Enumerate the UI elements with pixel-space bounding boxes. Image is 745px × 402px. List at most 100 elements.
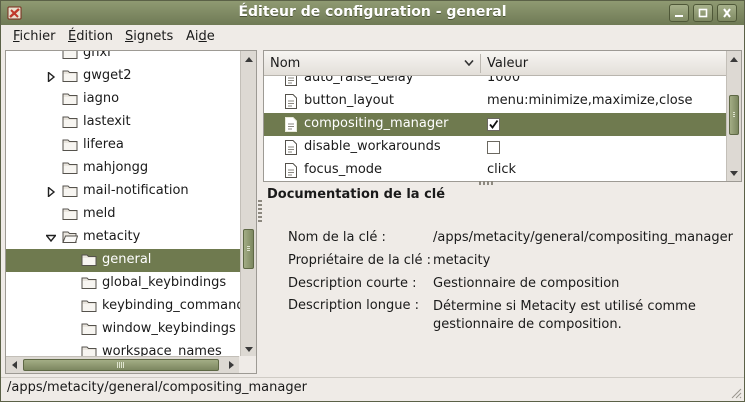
- folder-icon: [81, 299, 97, 313]
- folder-icon: [62, 161, 78, 175]
- tree-item-label: window_keybindings: [102, 321, 236, 336]
- key-value[interactable]: menu:minimize,maximize,close: [487, 93, 693, 108]
- key-value[interactable]: click: [487, 162, 516, 177]
- list-row[interactable]: button_layout menu:minimize,maximize,clos…: [264, 90, 726, 113]
- tree-item[interactable]: liferea: [6, 134, 240, 157]
- folder-icon: [62, 92, 78, 106]
- tree-item-label: global_keybindings: [102, 275, 227, 290]
- key-owner-label: Propriétaire de la clé :: [288, 253, 432, 268]
- close-button[interactable]: [717, 4, 737, 22]
- key-document-icon: [284, 117, 298, 132]
- key-list-panel: Nom Valeur auto_raise_delay 1000 button_la…: [263, 50, 742, 182]
- tree-item-label: iagno: [83, 91, 120, 106]
- column-header-name[interactable]: Nom: [270, 56, 300, 71]
- list-row[interactable]: focus_mode click: [264, 159, 726, 181]
- scroll-up-icon[interactable]: [241, 52, 256, 66]
- folder-icon: [62, 115, 78, 129]
- tree-item[interactable]: keybinding_commands: [6, 295, 240, 318]
- tree-item[interactable]: gnxl: [6, 51, 240, 65]
- list-row[interactable]: auto_raise_delay 1000: [264, 76, 726, 90]
- column-header-value[interactable]: Valeur: [487, 56, 528, 71]
- key-document-icon: [284, 76, 298, 86]
- long-description-label: Description longue :: [288, 298, 419, 313]
- tree-vertical-scrollbar[interactable]: [240, 51, 256, 357]
- tree-item[interactable]: global_keybindings: [6, 272, 240, 295]
- checkbox-checked[interactable]: [487, 118, 500, 131]
- folder-icon: [81, 253, 97, 267]
- checkmark-icon: [489, 119, 499, 129]
- scroll-down-icon[interactable]: [727, 166, 741, 180]
- list-row[interactable]: disable_workarounds: [264, 136, 726, 159]
- tree-item[interactable]: window_keybindings: [6, 318, 240, 341]
- key-value[interactable]: 1000: [487, 76, 520, 85]
- tree-item[interactable]: workspace_names: [6, 341, 240, 357]
- tree-item-label: meld: [83, 206, 116, 221]
- checkbox-unchecked[interactable]: [487, 141, 500, 154]
- menu-signets[interactable]: Signets: [125, 29, 173, 44]
- key-name: button_layout: [304, 93, 394, 108]
- tree-item[interactable]: lastexit: [6, 111, 240, 134]
- key-tree: gnxl gwget2 iagno lastexit liferea mahjongg ma…: [6, 51, 240, 357]
- short-description-value: Gestionnaire de composition: [433, 276, 620, 291]
- scroll-up-icon[interactable]: [727, 52, 741, 66]
- sort-descending-icon[interactable]: [464, 60, 474, 66]
- key-name-label: Nom de la clé :: [288, 230, 386, 245]
- tree-item[interactable]: meld: [6, 203, 240, 226]
- key-list: auto_raise_delay 1000 button_layout menu:mi…: [264, 76, 726, 181]
- title-bar[interactable]: Éditeur de configuration - general: [1, 1, 744, 25]
- folder-icon: [62, 138, 78, 152]
- key-name: focus_mode: [304, 162, 383, 177]
- expander-expanded-icon[interactable]: [45, 232, 57, 243]
- expander-collapsed-icon[interactable]: [46, 186, 56, 198]
- tree-horizontal-scroll-thumb[interactable]: [23, 359, 219, 371]
- key-name-value: /apps/metacity/general/compositing_manag…: [433, 230, 733, 245]
- maximize-button[interactable]: [693, 4, 713, 22]
- key-name: compositing_manager: [304, 116, 449, 131]
- minimize-icon: [675, 15, 683, 17]
- tree-item-label: liferea: [83, 137, 124, 152]
- tree-item[interactable]: iagno: [6, 88, 240, 111]
- tree-item-label: mail-notification: [83, 183, 189, 198]
- window-title: Éditeur de configuration - general: [238, 4, 507, 20]
- list-vertical-scroll-thumb[interactable]: [729, 95, 739, 135]
- key-owner-value: metacity: [433, 253, 491, 268]
- list-resize-handle[interactable]: [479, 181, 495, 185]
- scroll-down-icon[interactable]: [241, 342, 256, 356]
- close-icon: [723, 8, 731, 18]
- expander-collapsed-icon[interactable]: [46, 71, 56, 83]
- tree-item-label: general: [102, 252, 152, 267]
- tree-vertical-scroll-thumb[interactable]: [243, 229, 254, 269]
- tree-item-label: lastexit: [83, 114, 131, 129]
- tree-item[interactable]: metacity: [6, 226, 240, 249]
- key-tree-panel: gnxl gwget2 iagno lastexit liferea mahjongg ma…: [5, 50, 257, 374]
- menu-fichier[interactable]: Fichier: [13, 29, 56, 44]
- list-vertical-scrollbar[interactable]: [726, 51, 741, 181]
- key-name: disable_workarounds: [304, 139, 441, 154]
- tree-item-label: mahjongg: [83, 160, 149, 175]
- tree-item[interactable]: mail-notification: [6, 180, 240, 203]
- tree-horizontal-scrollbar[interactable]: [6, 356, 240, 373]
- list-header: Nom Valeur: [264, 51, 726, 76]
- menu-edition[interactable]: Édition: [68, 29, 113, 44]
- scroll-right-icon[interactable]: [224, 358, 238, 372]
- tree-item[interactable]: mahjongg: [6, 157, 240, 180]
- pane-separator[interactable]: [258, 50, 262, 374]
- menu-aide[interactable]: Aide: [186, 29, 215, 44]
- list-row[interactable]: compositing_manager: [264, 113, 726, 136]
- maximize-icon: [698, 8, 708, 18]
- short-description-label: Description courte :: [288, 276, 417, 291]
- status-bar: /apps/metacity/general/compositing_manag…: [1, 377, 744, 401]
- resize-grip-icon[interactable]: [730, 387, 742, 399]
- tree-item-label: gwget2: [83, 68, 132, 83]
- minimize-button[interactable]: [669, 4, 689, 22]
- tree-item[interactable]: gwget2: [6, 65, 240, 88]
- tree-item[interactable]: general: [6, 249, 240, 272]
- menu-bar: Fichier Édition Signets Aide: [1, 25, 744, 49]
- folder-icon: [62, 207, 78, 221]
- folder-open-icon: [62, 230, 79, 244]
- folder-icon: [62, 69, 78, 83]
- scroll-left-icon[interactable]: [7, 358, 21, 372]
- folder-icon: [81, 276, 97, 290]
- folder-icon: [81, 322, 97, 336]
- key-document-icon: [284, 163, 298, 178]
